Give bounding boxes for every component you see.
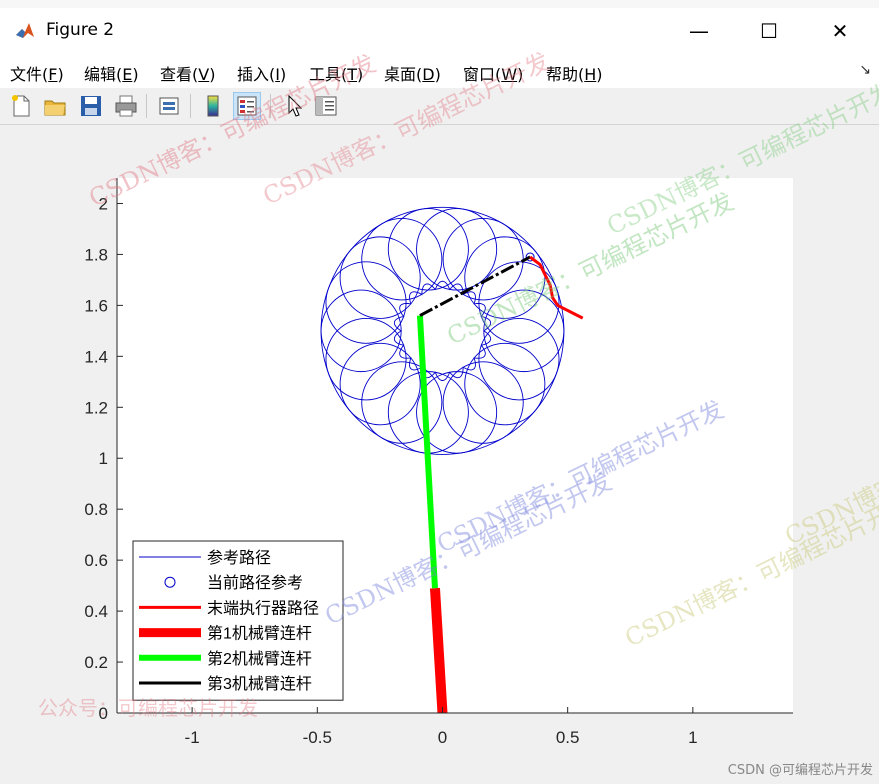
minimize-icon: —	[689, 19, 709, 43]
print-preview-icon[interactable]	[156, 93, 182, 119]
menu-bar: 文件(F) 编辑(E) 查看(V) 插入(I) 工具(T) 桌面(D) 窗口(W…	[0, 54, 879, 89]
matlab-logo-icon	[14, 20, 36, 42]
toolbar-separator	[270, 94, 271, 118]
toolbar-separator	[190, 94, 191, 118]
menu-help[interactable]: 帮助(H)	[546, 61, 603, 85]
property-inspector-icon[interactable]	[313, 93, 339, 119]
y-tick-label: 1.4	[84, 347, 108, 366]
title-bar[interactable]: Figure 2 — ☐ ✕	[0, 8, 879, 54]
figure-toolbar	[0, 88, 879, 125]
legend-label: 第3机械臂连杆	[207, 675, 312, 693]
colorbar-icon[interactable]	[200, 93, 226, 119]
y-tick-label: 1.2	[84, 398, 108, 417]
menu-insert[interactable]: 插入(I)	[237, 61, 286, 85]
y-tick-label: 0	[99, 704, 108, 723]
edit-plot-pointer-icon[interactable]	[282, 93, 308, 119]
x-tick-label: -0.5	[303, 728, 332, 747]
figure-window: Figure 2 — ☐ ✕ 文件(F) 编辑(E) 查看(V) 插入(I) 工…	[0, 0, 879, 784]
maximize-button[interactable]: ☐	[740, 8, 798, 54]
maximize-icon: ☐	[760, 19, 778, 43]
x-tick-label: 0	[438, 728, 447, 747]
y-tick-label: 0.2	[84, 653, 108, 672]
legend-label: 第1机械臂连杆	[207, 625, 312, 643]
y-tick-label: 1.6	[84, 296, 108, 315]
legend-label: 第2机械臂连杆	[207, 650, 312, 668]
close-icon: ✕	[831, 19, 849, 43]
y-tick-label: 0.8	[84, 500, 108, 519]
legend-icon[interactable]	[233, 92, 261, 120]
y-tick-label: 1.8	[84, 245, 108, 264]
x-tick-label: 1	[688, 728, 697, 747]
legend-label: 参考路径	[207, 549, 271, 567]
window-title: Figure 2	[46, 20, 115, 40]
menu-tools[interactable]: 工具(T)	[309, 61, 363, 85]
x-tick-label: -1	[185, 728, 200, 747]
menu-view[interactable]: 查看(V)	[160, 61, 215, 85]
menu-window[interactable]: 窗口(W)	[463, 61, 523, 85]
minimize-button[interactable]: —	[670, 8, 728, 54]
save-icon[interactable]	[78, 93, 104, 119]
open-file-icon[interactable]	[42, 93, 68, 119]
menu-edit[interactable]: 编辑(E)	[84, 61, 139, 85]
plot-svg[interactable]: -1 -0.5 0 0.5 1 0 0.2 0.4 0.6 0.8 1 1.2 1.4 1.6 1.8 2 参…	[0, 125, 879, 784]
legend-label: 当前路径参考	[207, 574, 303, 592]
close-button[interactable]: ✕	[811, 8, 869, 54]
footer-watermark: CSDN @可编程芯片开发	[727, 763, 873, 778]
y-tick-label: 1	[99, 449, 108, 468]
y-tick-label: 2	[99, 194, 108, 213]
print-icon[interactable]	[113, 93, 139, 119]
y-tick-label: 0.4	[84, 602, 108, 621]
toolbar-separator	[146, 94, 147, 118]
x-tick-label: 0.5	[556, 728, 580, 747]
menu-file[interactable]: 文件(F)	[10, 61, 64, 85]
y-tick-label: 0.6	[84, 551, 108, 570]
legend-box[interactable]: 参考路径当前路径参考末端执行器路径第1机械臂连杆第2机械臂连杆第3机械臂连杆	[132, 540, 344, 701]
menu-desktop[interactable]: 桌面(D)	[384, 61, 441, 85]
legend-label: 末端执行器路径	[207, 599, 319, 617]
figure-canvas: -1 -0.5 0 0.5 1 0 0.2 0.4 0.6 0.8 1 1.2 1.4 1.6 1.8 2 参…	[0, 125, 879, 784]
new-figure-icon[interactable]	[8, 93, 34, 119]
dock-arrow-icon[interactable]: ↘	[859, 62, 871, 78]
